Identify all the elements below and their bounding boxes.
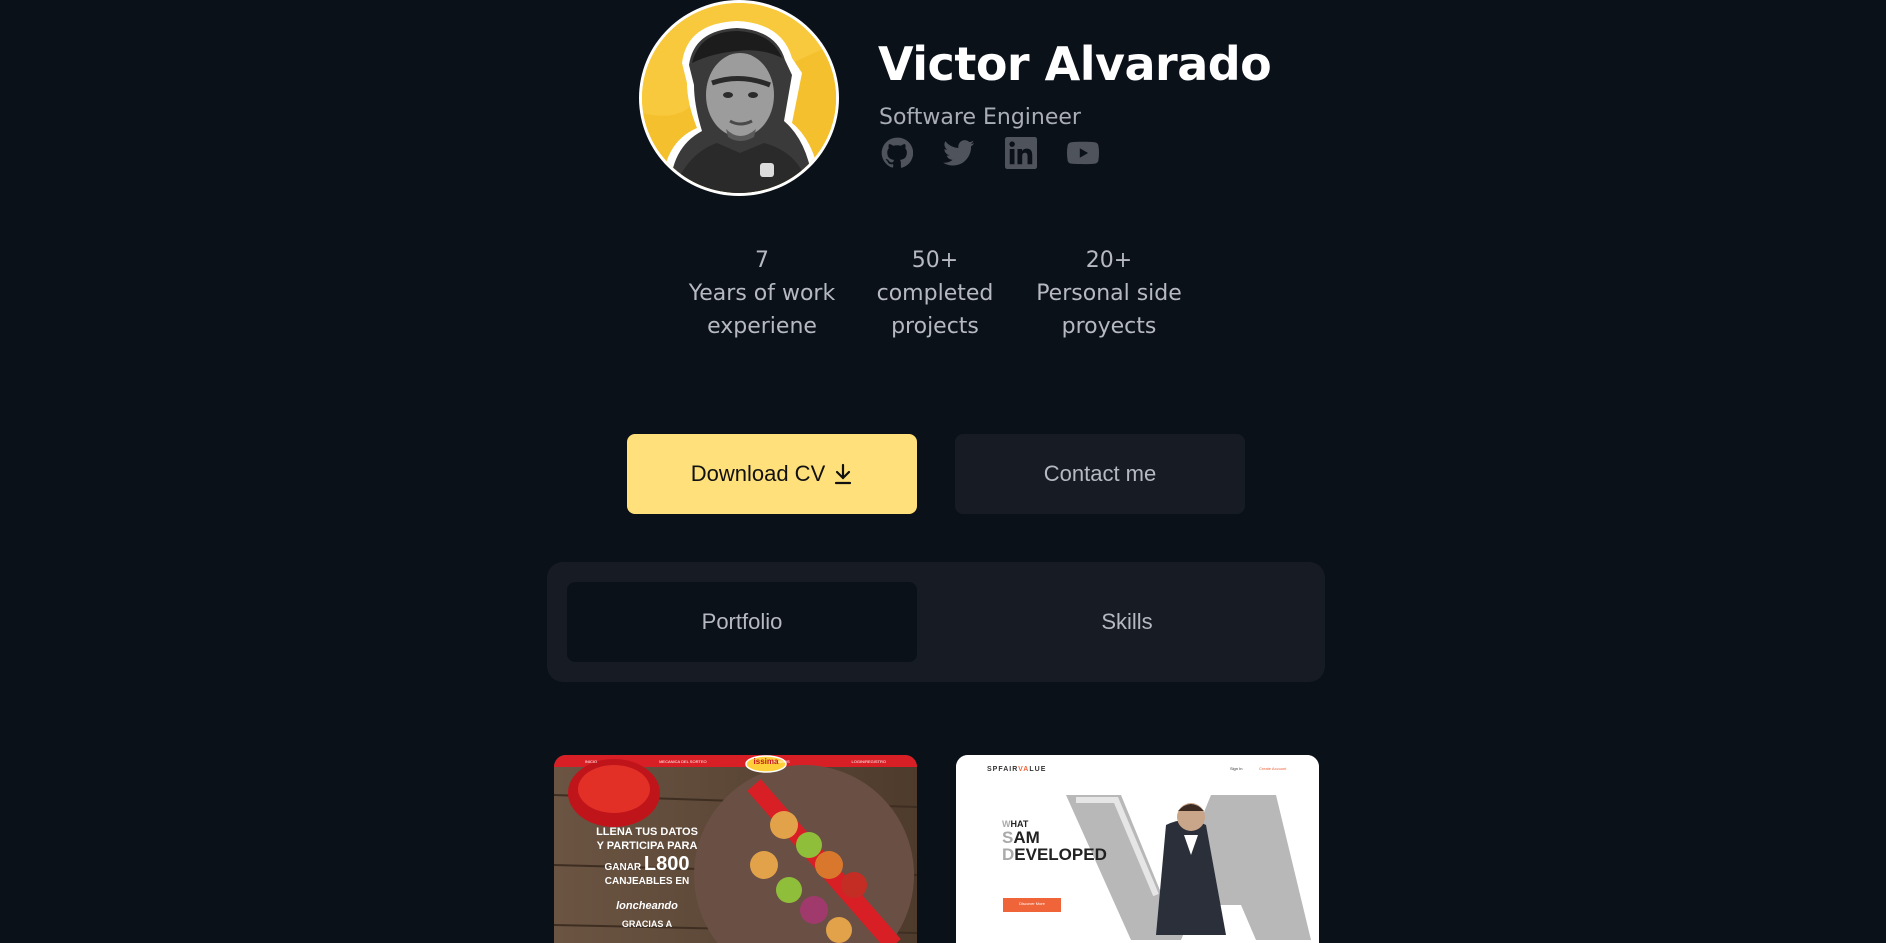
profile-name: Victor Alvarado	[878, 37, 1272, 91]
stat-label: projects	[891, 314, 979, 339]
headline-letter: D	[1002, 845, 1015, 864]
stat-label: experiene	[707, 314, 817, 339]
tab-skills[interactable]: Skills	[952, 582, 1302, 662]
project-card-issima[interactable]: INICIO MECANICA DEL SORTEO TERMINOS LOGI…	[554, 755, 917, 943]
stat-label: completed	[876, 281, 994, 306]
project-nav: INICIO MECANICA DEL SORTEO TERMINOS LOGI…	[554, 755, 917, 767]
stat-label: proyects	[1061, 314, 1157, 339]
project-brand-logo: issima	[753, 757, 779, 766]
download-cv-label: Download CV	[690, 461, 826, 486]
project-nav-item: INICIO	[584, 758, 598, 764]
page: Victor Alvarado Software Engineer 7 Year…	[0, 0, 1886, 943]
avatar-photo	[642, 3, 836, 193]
promo-line: GRACIAS A	[621, 919, 673, 929]
github-icon[interactable]	[880, 136, 914, 170]
promo-line: LLENA TUS DATOS	[596, 826, 698, 838]
stat-label: Personal side	[1036, 281, 1182, 306]
tab-portfolio-label: Portfolio	[701, 609, 783, 634]
project-headline: WHAT SAM DEVELOPED	[1002, 819, 1107, 863]
project-nav-item: MECANICA DEL SORTEO	[659, 758, 707, 764]
stat-value: 50+	[911, 248, 959, 273]
stat-side-projects: 20+ Personal side proyects	[1024, 244, 1194, 343]
promo-prize: L800	[643, 853, 690, 875]
logo-text: LUE	[1029, 766, 1047, 773]
contact-me-label: Contact me	[1043, 461, 1157, 486]
stat-value: 7	[755, 248, 769, 273]
project-logo: SPFAIRVALUE	[987, 766, 1046, 773]
project-cta-button: Discover More	[1019, 901, 1045, 906]
logo-accent: VA	[1018, 766, 1030, 773]
profile-role: Software Engineer	[879, 105, 1081, 130]
section-tabs: Portfolio Skills	[547, 562, 1325, 682]
stat-value: 20+	[1085, 248, 1133, 273]
download-cv-button[interactable]: Download CV	[627, 434, 917, 514]
project-nav-item: LOGIN/REGISTRO	[851, 758, 886, 764]
headline-word: EVELOPED	[1014, 845, 1107, 864]
project-nav-signin: Sign In	[1230, 766, 1243, 771]
tab-skills-label: Skills	[1101, 609, 1153, 634]
logo-text: SPFAIR	[987, 766, 1019, 773]
project-nav-cta: Create Account	[1259, 766, 1287, 771]
project-promo-text: LLENA TUS DATOS Y PARTICIPA PARA GANAR L…	[592, 825, 702, 931]
promo-partner: loncheando	[616, 900, 678, 912]
promo-line: CANJEABLES EN	[604, 876, 690, 887]
project-card-spfairvalue[interactable]: SPFAIRVALUE Sign In Create Account WHAT …	[956, 755, 1319, 943]
youtube-icon[interactable]	[1066, 136, 1100, 170]
stat-label: Years of work	[688, 281, 836, 306]
linkedin-icon[interactable]	[1004, 136, 1038, 170]
twitter-icon[interactable]	[942, 136, 976, 170]
contact-me-button[interactable]: Contact me	[955, 434, 1245, 514]
tab-portfolio[interactable]: Portfolio	[567, 582, 917, 662]
stat-projects: 50+ completed projects	[850, 244, 1020, 343]
stat-experience: 7 Years of work experiene	[677, 244, 847, 343]
promo-prize-prefix: GANAR	[604, 862, 642, 873]
promo-line: Y PARTICIPA PARA	[596, 840, 698, 852]
avatar	[639, 0, 839, 196]
download-icon	[835, 463, 852, 485]
